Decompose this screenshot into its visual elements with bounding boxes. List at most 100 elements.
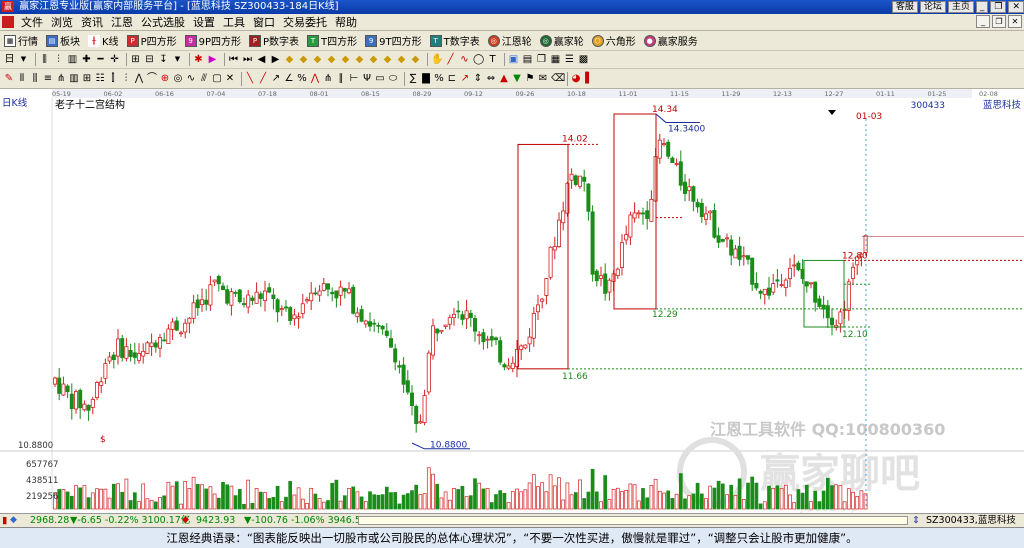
diamond-icon[interactable]: ◆ <box>354 54 365 65</box>
table-icon[interactable]: ▩ <box>578 54 589 65</box>
toolbar-t-square-button[interactable]: T T四方形 <box>307 33 357 48</box>
bars-icon[interactable]: ▥ <box>69 73 79 85</box>
trend-icon[interactable]: ↗ <box>460 73 470 85</box>
mdi-minimize-button[interactable]: _ <box>976 15 990 28</box>
dropdown-arrow-icon[interactable]: ▼ <box>18 54 29 65</box>
ratio-icon[interactable]: ⫻ <box>199 73 209 85</box>
price-range-icon[interactable]: ⇕ <box>473 73 483 85</box>
period-select-icon[interactable]: 日 <box>4 54 15 65</box>
levels-icon[interactable]: ☷ <box>95 73 105 85</box>
toolbar-kline-button[interactable]: ╫ K线 <box>88 33 119 48</box>
homepage-button[interactable]: 主页 <box>947 1 974 13</box>
menu-trade[interactable]: 交易委托 <box>279 14 331 30</box>
target-icon[interactable]: ⊕ <box>160 73 170 85</box>
toolbar-p-table-button[interactable]: P P数字表 <box>249 33 299 48</box>
percent-tool-icon[interactable]: % <box>434 73 444 85</box>
vertical-lines-icon[interactable]: ⫼ <box>30 73 40 85</box>
diamond-icon[interactable]: ◆ <box>326 54 337 65</box>
time-zone-icon[interactable]: ⊏ <box>447 73 457 85</box>
bar-chart-icon[interactable]: ⫼ <box>39 54 50 65</box>
text-tool-icon[interactable]: T <box>487 54 498 65</box>
menu-help[interactable]: 帮助 <box>331 14 361 30</box>
list-icon[interactable]: ☰ <box>564 54 575 65</box>
measure-icon[interactable]: ⊢ <box>349 73 359 85</box>
mdi-restore-button[interactable]: ❐ <box>992 15 1006 28</box>
arc-icon[interactable]: ⌒ <box>147 73 157 85</box>
fibonacci-icon[interactable]: ⫴ <box>17 73 27 85</box>
print-icon[interactable]: ▤ <box>522 54 533 65</box>
hand-tool-icon[interactable]: ✋ <box>431 54 443 65</box>
wave-icon[interactable]: ∿ <box>186 73 196 85</box>
diamond-icon[interactable]: ◆ <box>396 54 407 65</box>
mdi-close-button[interactable]: ✕ <box>1008 15 1022 28</box>
diamond-icon[interactable]: ◆ <box>382 54 393 65</box>
scale-out-icon[interactable]: ⊟ <box>144 54 155 65</box>
menu-file[interactable]: 文件 <box>17 14 47 30</box>
toolbar-9p-square-button[interactable]: 9 9P四方形 <box>184 33 241 48</box>
customer-service-button[interactable]: 客服 <box>891 1 918 13</box>
toolbar-winner-wheel-button[interactable]: ◎ 赢家轮 <box>539 33 584 48</box>
scale-in-icon[interactable]: ⊞ <box>130 54 141 65</box>
draw-line-icon[interactable]: ╱ <box>445 54 456 65</box>
menu-browse[interactable]: 浏览 <box>47 14 77 30</box>
kline-chart[interactable]: 05-19 06-02 06-16 07-04 07-18 08-01 08-15 08-29… <box>0 89 1024 513</box>
fork-icon[interactable]: ⋔ <box>56 73 66 85</box>
color-picker-icon[interactable]: ▌ <box>584 73 594 85</box>
diamond-icon[interactable]: ◆ <box>368 54 379 65</box>
erase-icon[interactable]: ⌫ <box>551 73 565 85</box>
toolbar-hexagon-button[interactable]: ⬡ 六角形 <box>591 33 636 48</box>
app-menu-icon[interactable] <box>2 16 14 28</box>
column-icon[interactable]: ▥ <box>67 54 78 65</box>
dual-bars-icon[interactable]: ⫿ <box>108 73 118 85</box>
kline-chart-svg[interactable]: 05-19 06-02 06-16 07-04 07-18 08-01 08-15 08-29… <box>0 89 1024 513</box>
flag-icon[interactable]: ⚑ <box>525 73 535 85</box>
rectangle-tool-icon[interactable]: ▭ <box>375 73 385 85</box>
copy-icon[interactable]: ❐ <box>536 54 547 65</box>
menu-gann[interactable]: 江恩 <box>107 14 137 30</box>
draw-curve-icon[interactable]: ∿ <box>459 54 470 65</box>
menu-settings[interactable]: 设置 <box>189 14 219 30</box>
zoom-in-icon[interactable]: ✚ <box>81 54 92 65</box>
grid-lines-icon[interactable]: ⊞ <box>82 73 92 85</box>
toolbar-p-square-button[interactable]: P P四方形 <box>126 33 177 48</box>
zoom-out-icon[interactable]: ━ <box>95 54 106 65</box>
forum-button[interactable]: 论坛 <box>919 1 946 13</box>
ellipse-tool-icon[interactable]: ⬭ <box>388 73 398 85</box>
percent-icon[interactable]: % <box>297 73 307 85</box>
mark-up-icon[interactable]: ▲ <box>499 73 509 85</box>
menu-formula-screen[interactable]: 公式选股 <box>137 14 189 30</box>
toolbar-gann-wheel-button[interactable]: ◎ 江恩轮 <box>487 33 532 48</box>
step-back-icon[interactable]: ◀ <box>256 54 267 65</box>
minimize-window-button[interactable]: _ <box>975 1 989 13</box>
cycle-icon[interactable]: ⫶ <box>121 73 131 85</box>
diamond-icon[interactable]: ◆ <box>284 54 295 65</box>
fan-lines-icon[interactable]: ⋔ <box>323 73 333 85</box>
toolbar-sectors-button[interactable]: ▤ 板块 <box>46 33 80 48</box>
line-tool-icon[interactable]: ╲ <box>245 73 255 85</box>
polyline-icon[interactable]: ⋀ <box>310 73 320 85</box>
menu-tools[interactable]: 工具 <box>219 14 249 30</box>
last-page-icon[interactable]: ⏭ <box>242 54 253 65</box>
toolbar-9t-square-button[interactable]: 9 9T四方形 <box>365 33 422 48</box>
toolbar-t-table-button[interactable]: T T数字表 <box>429 33 480 48</box>
paste-icon[interactable]: ▦ <box>550 54 561 65</box>
scrollbar-arrow-icon[interactable]: ⇕ <box>912 514 920 527</box>
dropdown-arrow-icon[interactable]: ▼ <box>172 54 183 65</box>
menu-window[interactable]: 窗口 <box>249 14 279 30</box>
horizontal-scrollbar[interactable] <box>358 516 908 525</box>
triangle-icon[interactable]: ▶ <box>207 54 218 65</box>
statistics-icon[interactable]: ∑ <box>408 73 418 85</box>
spiral-icon[interactable]: ◎ <box>173 73 183 85</box>
circle-tool-icon[interactable]: ◯ <box>473 54 484 65</box>
pencil-icon[interactable]: ✎ <box>4 73 14 85</box>
crosshair-icon[interactable]: ✛ <box>109 54 120 65</box>
pitchfork-icon[interactable]: Ψ <box>362 73 372 85</box>
diamond-icon[interactable]: ◆ <box>298 54 309 65</box>
menu-info[interactable]: 资讯 <box>77 14 107 30</box>
diamond-icon[interactable]: ◆ <box>312 54 323 65</box>
box-icon[interactable]: ▢ <box>212 73 222 85</box>
pie-chart-icon[interactable]: ◕ <box>571 73 581 85</box>
channel-icon[interactable]: ≡ <box>43 73 53 85</box>
parallel-icon[interactable]: ∥ <box>336 73 346 85</box>
first-page-icon[interactable]: ⏮ <box>228 54 239 65</box>
